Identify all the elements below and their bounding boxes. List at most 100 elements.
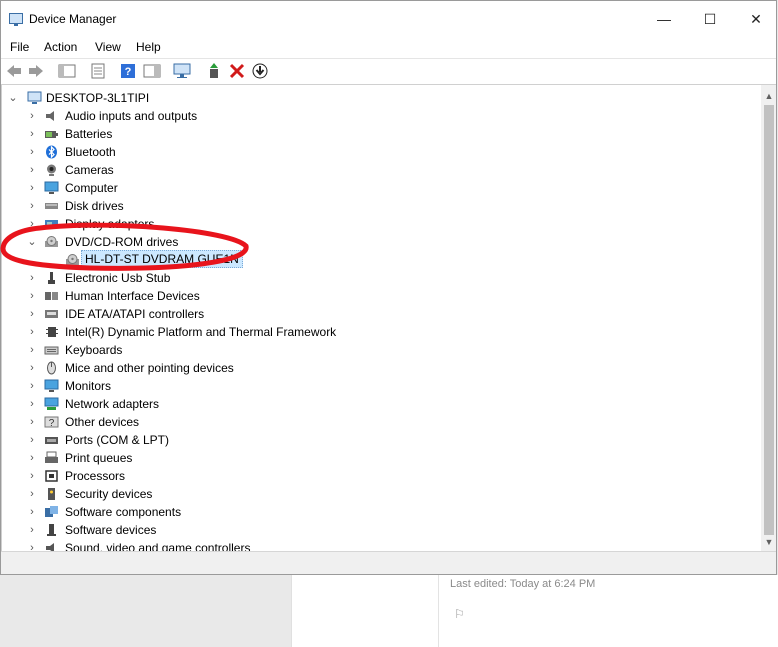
chevron-right-icon[interactable]: › — [27, 107, 37, 125]
help-icon[interactable]: ? — [119, 63, 137, 79]
title-bar: Device Manager — ☐ ✕ — [1, 1, 776, 37]
forward-arrow-icon[interactable] — [27, 63, 45, 79]
tree-category-label: Human Interface Devices — [65, 289, 200, 303]
software-component-icon — [45, 506, 58, 517]
chevron-right-icon[interactable]: › — [27, 449, 37, 467]
show-hide-tree-icon[interactable] — [58, 63, 76, 79]
menu-action[interactable]: Action — [44, 40, 77, 54]
tree-category-label: Processors — [65, 469, 126, 483]
chevron-right-icon[interactable]: › — [27, 485, 37, 503]
tree-category-row[interactable]: › Display adapters — [2, 215, 742, 233]
camera-icon — [47, 164, 56, 176]
chevron-right-icon[interactable]: › — [27, 287, 37, 305]
tree-device-row[interactable]: HL-DT-ST DVDRAM GUE1N — [2, 250, 742, 269]
tree-category-row[interactable]: › Processors — [2, 467, 742, 485]
menu-help[interactable]: Help — [136, 40, 161, 54]
chevron-right-icon[interactable]: › — [27, 395, 37, 413]
scroll-up-arrow-icon[interactable]: ▲ — [761, 89, 776, 103]
tree-category-row[interactable]: › Computer — [2, 179, 742, 197]
chevron-right-icon[interactable]: › — [27, 467, 37, 485]
display-adapter-icon — [45, 220, 58, 228]
tree-category-row[interactable]: › Batteries — [2, 125, 742, 143]
chevron-down-icon[interactable]: ⌄ — [27, 233, 37, 251]
tree-category-label: DVD/CD-ROM drives — [65, 235, 179, 249]
update-driver-icon[interactable] — [205, 63, 223, 79]
tree-category-row[interactable]: ⌄ DVD/CD-ROM drives — [2, 233, 742, 251]
tree-category-row[interactable]: › Disk drives — [2, 197, 742, 215]
chevron-down-icon[interactable]: ⌄ — [8, 89, 18, 107]
sound-icon — [46, 543, 54, 551]
tree-category-row[interactable]: › Bluetooth — [2, 143, 742, 161]
security-icon — [48, 488, 55, 500]
action-pane-icon[interactable] — [143, 63, 161, 79]
chevron-right-icon[interactable]: › — [27, 179, 37, 197]
enable-device-icon[interactable] — [251, 63, 269, 79]
tree-category-row[interactable]: › Network adapters — [2, 395, 742, 413]
tree-category-row[interactable]: › Security devices — [2, 485, 742, 503]
chevron-right-icon[interactable]: › — [27, 341, 37, 359]
device-tree: ⌄ DESKTOP-3L1TIPI › Audio inputs and outp… — [1, 85, 762, 551]
vertical-scrollbar[interactable]: ▲ ▼ — [761, 85, 776, 551]
chevron-right-icon[interactable]: › — [27, 359, 37, 377]
network-icon — [44, 397, 59, 410]
close-button[interactable]: ✕ — [733, 1, 776, 37]
tree-category-row[interactable]: › Audio inputs and outputs — [2, 107, 742, 125]
chevron-right-icon[interactable]: › — [27, 197, 37, 215]
usb-icon — [48, 272, 55, 284]
chevron-right-icon[interactable]: › — [27, 323, 37, 341]
tree-root-row[interactable]: ⌄ DESKTOP-3L1TIPI — [2, 89, 742, 107]
printer-icon — [45, 451, 58, 463]
tree-category-row[interactable]: › Intel(R) Dynamic Platform and Thermal F… — [2, 323, 742, 341]
uninstall-device-icon[interactable] — [228, 63, 246, 79]
flag-icon[interactable]: ⚐ — [454, 607, 465, 621]
chevron-right-icon[interactable]: › — [27, 305, 37, 323]
mouse-icon — [47, 361, 56, 375]
back-arrow-icon[interactable] — [5, 63, 23, 79]
tree-category-label: Keyboards — [65, 343, 123, 357]
scroll-down-arrow-icon[interactable]: ▼ — [761, 535, 776, 549]
tree-category-row[interactable]: › Software devices — [2, 521, 742, 539]
menu-view[interactable]: View — [95, 40, 121, 54]
svg-text:?: ? — [49, 418, 55, 429]
chevron-right-icon[interactable]: › — [27, 539, 37, 551]
tree-category-row[interactable]: › Cameras — [2, 161, 742, 179]
chevron-right-icon[interactable]: › — [27, 521, 37, 539]
tree-category-row[interactable]: › Electronic Usb Stub — [2, 269, 742, 287]
monitor-icon — [44, 181, 59, 194]
chevron-right-icon[interactable]: › — [27, 269, 37, 287]
tree-category-label: Software devices — [65, 523, 157, 537]
chevron-right-icon[interactable]: › — [27, 413, 37, 431]
chevron-right-icon[interactable]: › — [27, 161, 37, 179]
tree-category-row[interactable]: › Human Interface Devices — [2, 287, 742, 305]
chevron-right-icon[interactable]: › — [27, 431, 37, 449]
tree-category-row[interactable]: ›? Other devices — [2, 413, 742, 431]
chevron-right-icon[interactable]: › — [27, 125, 37, 143]
tree-category-label: Disk drives — [65, 199, 124, 213]
chevron-right-icon[interactable]: › — [27, 143, 37, 161]
tree-category-row[interactable]: › Software components — [2, 503, 742, 521]
scroll-thumb[interactable] — [764, 105, 774, 535]
chevron-right-icon[interactable]: › — [27, 377, 37, 395]
chip-icon — [46, 327, 58, 337]
tree-category-row[interactable]: › Mice and other pointing devices — [2, 359, 742, 377]
menu-file[interactable]: File — [10, 40, 29, 54]
tree-category-label: Network adapters — [65, 397, 160, 411]
scan-hardware-icon[interactable] — [173, 63, 191, 79]
tree-category-row[interactable]: › Sound, video and game controllers — [2, 539, 742, 551]
tree-category-row[interactable]: › Monitors — [2, 377, 742, 395]
tree-category-row[interactable]: › IDE ATA/ATAPI controllers — [2, 305, 742, 323]
chevron-right-icon[interactable]: › — [27, 215, 37, 233]
properties-icon[interactable] — [89, 63, 107, 79]
port-icon — [45, 437, 58, 444]
tree-category-row[interactable]: › Ports (COM & LPT) — [2, 431, 742, 449]
chevron-right-icon[interactable]: › — [27, 503, 37, 521]
unknown-device-icon: ? — [44, 416, 59, 429]
toolbar: ? — [1, 58, 776, 85]
tree-category-row[interactable]: › Print queues — [2, 449, 742, 467]
menu-bar: File Action View Help — [1, 37, 776, 57]
minimize-button[interactable]: — — [641, 1, 687, 37]
battery-icon — [45, 131, 58, 138]
status-bar — [1, 551, 776, 574]
maximize-button[interactable]: ☐ — [687, 1, 733, 37]
tree-category-row[interactable]: › Keyboards — [2, 341, 742, 359]
